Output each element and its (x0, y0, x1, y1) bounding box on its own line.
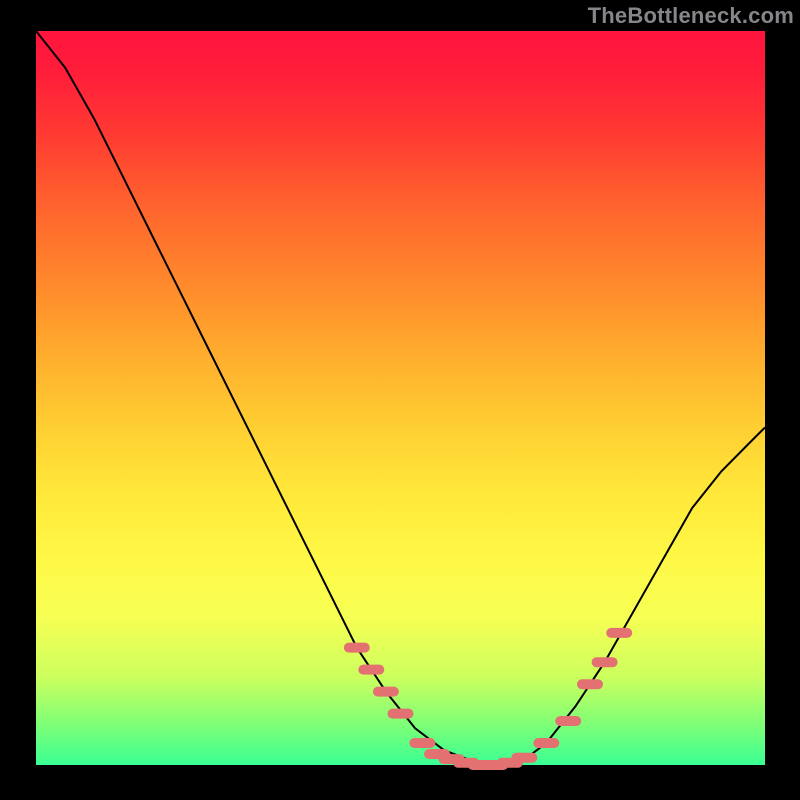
plot-background (36, 31, 765, 765)
watermark-text: TheBottleneck.com (588, 3, 794, 29)
